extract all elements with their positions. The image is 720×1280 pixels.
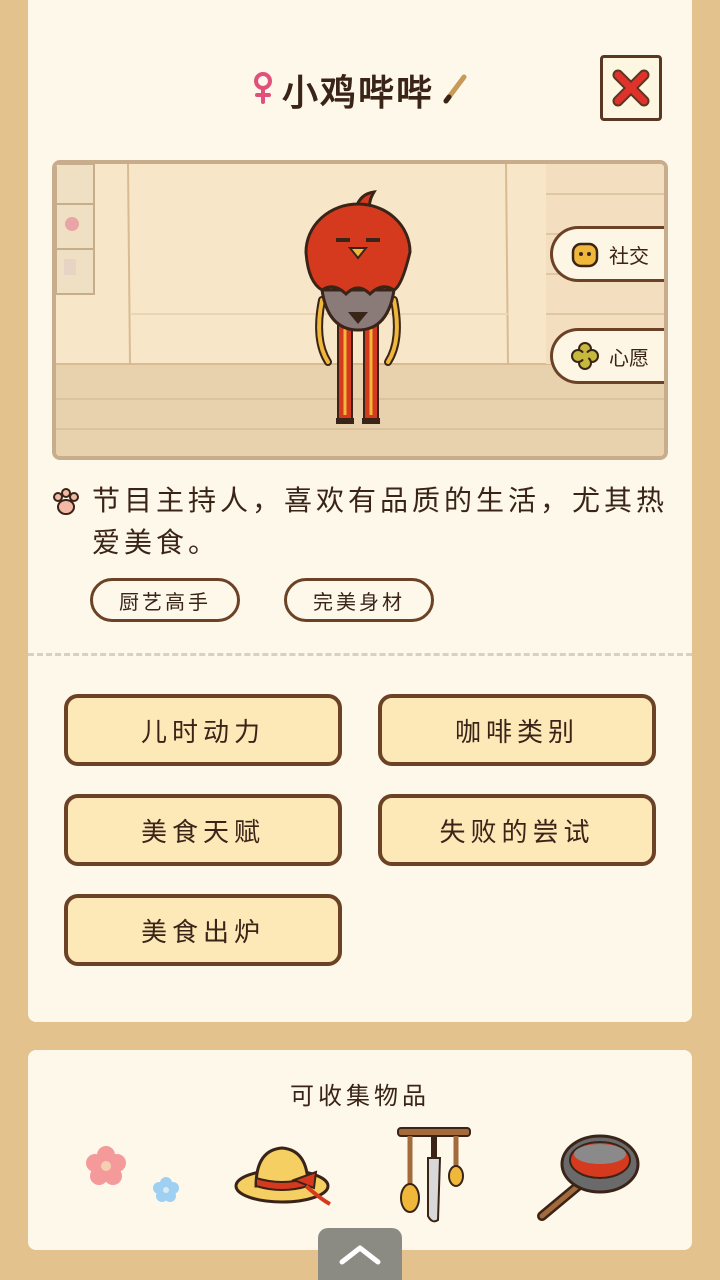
description-text: 节目主持人，喜欢有品质的生活，尤其热爱美食。 [92, 484, 669, 559]
story-button-coffee-category[interactable]: 咖啡类别 [378, 694, 656, 766]
frying-pan-icon[interactable] [532, 1130, 642, 1226]
social-icon [571, 242, 599, 268]
female-icon [252, 71, 274, 109]
story-button-failed-attempt[interactable]: 失败的尝试 [378, 794, 656, 866]
social-button[interactable]: 社交 [550, 226, 664, 282]
chicken-character [304, 190, 412, 424]
dashed-divider [28, 653, 692, 656]
title-row: 小鸡哔哔 [28, 60, 692, 120]
story-button-childhood-motivation[interactable]: 儿时动力 [64, 694, 342, 766]
close-icon [612, 69, 650, 107]
tag-perfect-figure: 完美身材 [284, 578, 434, 622]
chevron-up-icon [339, 1245, 381, 1265]
close-button[interactable] [600, 55, 662, 121]
straw-hat-icon[interactable] [232, 1136, 336, 1216]
wish-label: 心愿 [609, 345, 649, 370]
collectibles-title: 可收集物品 [290, 1082, 430, 1110]
character-name: 小鸡哔哔 [281, 73, 434, 114]
edit-pencil-icon[interactable] [442, 71, 468, 109]
story-button-food-fresh[interactable]: 美食出炉 [64, 894, 342, 966]
character-description: 节目主持人，喜欢有品质的生活，尤其热爱美食。 [50, 480, 670, 564]
expand-up-button[interactable] [318, 1228, 402, 1280]
story-button-food-talent[interactable]: 美食天赋 [64, 794, 342, 866]
clover-icon [571, 342, 599, 370]
character-scene: 社交 心愿 [52, 160, 668, 460]
paw-icon [53, 488, 79, 515]
character-profile-card: 小鸡哔哔 社交 心愿 节目主持人，喜欢有品质的生活，尤其热爱美食。 厨艺高手 完… [28, 0, 692, 1022]
wish-button[interactable]: 心愿 [550, 328, 664, 384]
tag-cooking-master: 厨艺高手 [90, 578, 240, 622]
utensil-rack-icon[interactable] [394, 1124, 474, 1228]
collectibles-card: 可收集物品 [28, 1050, 692, 1250]
flowers-icon[interactable] [80, 1140, 190, 1210]
social-label: 社交 [609, 243, 649, 268]
